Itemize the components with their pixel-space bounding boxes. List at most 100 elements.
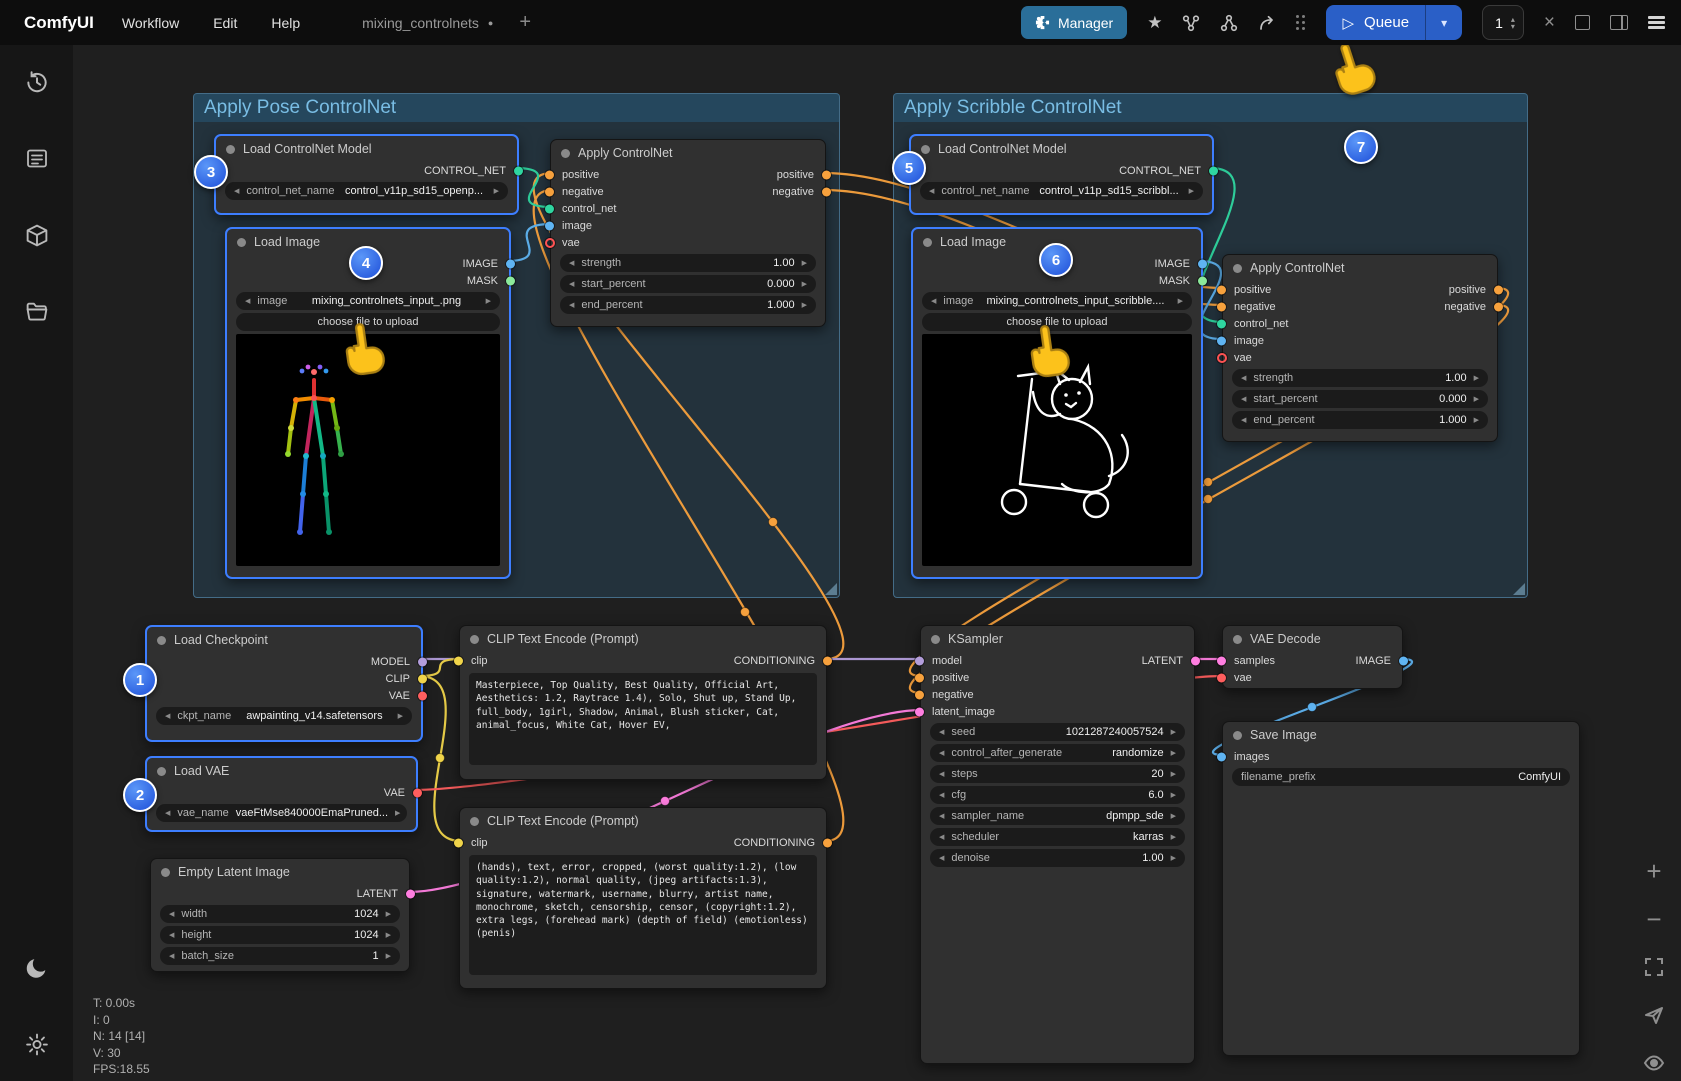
new-workflow-tab-button[interactable]: + — [519, 11, 531, 34]
end-percent-widget[interactable]: end_percent1.000 — [560, 296, 816, 314]
conditioning-output-slot[interactable] — [823, 656, 832, 665]
node-load-checkpoint[interactable]: Load Checkpoint MODEL CLIP VAE ckpt_name… — [145, 625, 423, 742]
share-icon[interactable] — [1258, 14, 1276, 32]
positive-input-slot[interactable] — [1217, 285, 1226, 294]
end-percent-widget[interactable]: end_percent1.000 — [1232, 411, 1488, 429]
interrupt-button[interactable]: × — [1544, 12, 1555, 34]
samples-input-slot[interactable] — [1217, 656, 1226, 665]
node-clip-text-encode-negative[interactable]: CLIP Text Encode (Prompt) clipCONDITIONI… — [459, 807, 827, 989]
clip-output-slot[interactable] — [418, 674, 427, 683]
negative-input-slot[interactable] — [1217, 302, 1226, 311]
steps-widget[interactable]: steps20 — [930, 765, 1185, 783]
node-vae-decode[interactable]: VAE Decode samplesIMAGE vae — [1222, 625, 1403, 689]
node-load-image-2[interactable]: Load Image IMAGE MASK image mixing_contr… — [911, 227, 1203, 579]
image-input-slot[interactable] — [545, 221, 554, 230]
control-net-input-slot[interactable] — [545, 204, 554, 213]
start-percent-widget[interactable]: start_percent0.000 — [1232, 390, 1488, 408]
menu-workflow[interactable]: Workflow — [122, 15, 179, 31]
height-widget[interactable]: height1024 — [160, 926, 400, 944]
positive-input-slot[interactable] — [915, 673, 924, 682]
manager-button[interactable]: Manager — [1021, 6, 1127, 39]
latent-image-input-slot[interactable] — [915, 707, 924, 716]
control-net-output-slot[interactable] — [1209, 166, 1218, 175]
node-map-icon[interactable] — [1182, 14, 1200, 32]
width-widget[interactable]: width1024 — [160, 905, 400, 923]
workflow-tab[interactable]: mixing_controlnets ● — [362, 15, 493, 31]
strength-widget[interactable]: strength1.00 — [560, 254, 816, 272]
negative-prompt-textarea[interactable]: (hands), text, error, cropped, (worst qu… — [469, 855, 817, 975]
latent-output-slot[interactable] — [1191, 656, 1200, 665]
image-output-slot[interactable] — [1399, 656, 1408, 665]
clip-input-slot[interactable] — [454, 838, 463, 847]
vae-input-slot[interactable] — [1217, 673, 1226, 682]
send-button[interactable] — [1641, 1002, 1667, 1028]
queue-options-dropdown[interactable]: ▾ — [1425, 5, 1462, 40]
scheduler-widget[interactable]: schedulerkarras — [930, 828, 1185, 846]
group-header[interactable]: Apply Scribble ControlNet — [894, 94, 1527, 122]
positive-input-slot[interactable] — [545, 170, 554, 179]
settings-gear-button[interactable] — [24, 1032, 49, 1062]
start-percent-widget[interactable]: start_percent0.000 — [560, 275, 816, 293]
image-output-slot[interactable] — [506, 259, 515, 268]
node-clip-text-encode-positive[interactable]: CLIP Text Encode (Prompt) clipCONDITIONI… — [459, 625, 827, 780]
control-net-name-widget[interactable]: control_net_name control_v11p_sd15_scrib… — [920, 182, 1203, 200]
theme-toggle-moon-icon[interactable] — [24, 955, 49, 985]
group-header[interactable]: Apply Pose ControlNet — [194, 94, 839, 122]
model-library-button[interactable] — [24, 223, 49, 253]
strength-widget[interactable]: strength1.00 — [1232, 369, 1488, 387]
images-input-slot[interactable] — [1217, 752, 1226, 761]
mask-output-slot[interactable] — [1198, 276, 1207, 285]
seed-widget[interactable]: seed1021287240057524 — [930, 723, 1185, 741]
vae-input-slot[interactable] — [545, 238, 555, 248]
workflows-folder-button[interactable] — [24, 299, 49, 329]
negative-input-slot[interactable] — [915, 690, 924, 699]
batch-count-stepper[interactable]: 1 ▴ ▾ — [1482, 5, 1524, 40]
node-load-controlnet-model-1[interactable]: Load ControlNet Model CONTROL_NET contro… — [214, 134, 519, 215]
model-input-slot[interactable] — [915, 656, 924, 665]
star-icon[interactable]: ★ — [1147, 13, 1162, 33]
positive-output-slot[interactable] — [1494, 285, 1503, 294]
negative-output-slot[interactable] — [822, 187, 831, 196]
conditioning-output-slot[interactable] — [823, 838, 832, 847]
ckpt-name-widget[interactable]: ckpt_name awpainting_v14.safetensors — [156, 707, 412, 725]
image-select-widget[interactable]: image mixing_controlnets_input_scribble.… — [922, 292, 1192, 310]
node-library-button[interactable] — [25, 147, 49, 176]
toggle-panel-button[interactable] — [1610, 15, 1628, 30]
clip-input-slot[interactable] — [454, 656, 463, 665]
node-apply-controlnet-2[interactable]: Apply ControlNet positivepositive negati… — [1222, 254, 1498, 442]
fit-view-button[interactable] — [1641, 954, 1667, 980]
queue-history-button[interactable] — [24, 70, 50, 101]
positive-prompt-textarea[interactable]: Masterpiece, Top Quality, Best Quality, … — [469, 673, 817, 765]
node-apply-controlnet-1[interactable]: Apply ControlNet positivepositive negati… — [550, 139, 826, 327]
step-down-icon[interactable]: ▾ — [1511, 23, 1515, 30]
image-select-widget[interactable]: image mixing_controlnets_input_.png — [236, 292, 500, 310]
control-net-name-widget[interactable]: control_net_name control_v11p_sd15_openp… — [225, 182, 508, 200]
latent-output-slot[interactable] — [406, 889, 415, 898]
negative-output-slot[interactable] — [1494, 302, 1503, 311]
control-net-input-slot[interactable] — [1217, 319, 1226, 328]
zoom-out-button[interactable]: − — [1641, 906, 1667, 932]
control-after-generate-widget[interactable]: control_after_generaterandomize — [930, 744, 1185, 762]
drag-handle-icon[interactable] — [1296, 15, 1306, 31]
cfg-widget[interactable]: cfg6.0 — [930, 786, 1185, 804]
zoom-in-button[interactable]: + — [1641, 858, 1667, 884]
model-output-slot[interactable] — [418, 657, 427, 666]
image-output-slot[interactable] — [1198, 259, 1207, 268]
mask-output-slot[interactable] — [506, 276, 515, 285]
negative-input-slot[interactable] — [545, 187, 554, 196]
filename-prefix-widget[interactable]: filename_prefix ComfyUI — [1232, 768, 1570, 786]
node-empty-latent-image[interactable]: Empty Latent Image LATENT width1024 heig… — [150, 858, 410, 972]
node-flow-icon[interactable] — [1220, 14, 1238, 32]
denoise-widget[interactable]: denoise1.00 — [930, 849, 1185, 867]
vae-output-slot[interactable] — [413, 788, 422, 797]
image-input-slot[interactable] — [1217, 336, 1226, 345]
positive-output-slot[interactable] — [822, 170, 831, 179]
menu-edit[interactable]: Edit — [213, 15, 237, 31]
group-resize-handle[interactable] — [1513, 583, 1525, 595]
clear-queue-button[interactable] — [1575, 15, 1590, 30]
group-resize-handle[interactable] — [825, 583, 837, 595]
visibility-button[interactable] — [1641, 1050, 1667, 1076]
node-ksampler[interactable]: KSampler modelLATENT positive negative l… — [920, 625, 1195, 1064]
node-load-controlnet-model-2[interactable]: Load ControlNet Model CONTROL_NET contro… — [909, 134, 1214, 215]
control-net-output-slot[interactable] — [514, 166, 523, 175]
